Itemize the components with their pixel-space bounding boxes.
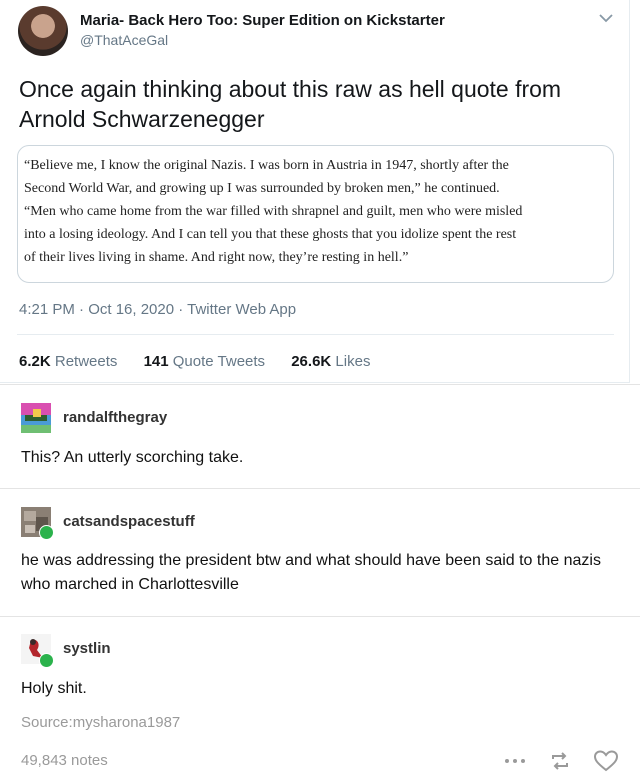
likes-stat[interactable]: 26.6K Likes	[291, 353, 370, 370]
divider	[0, 488, 640, 489]
tweet-handle[interactable]: @ThatAceGal	[80, 32, 168, 48]
divider	[0, 384, 640, 385]
tweet-text: Once again thinking about this raw as he…	[19, 76, 562, 132]
reblog-icon[interactable]	[548, 749, 572, 773]
divider	[0, 616, 640, 617]
heart-icon[interactable]	[593, 749, 619, 773]
quote-line: Second World War, and growing up I was s…	[24, 181, 500, 196]
reply-text: he was addressing the president btw and …	[21, 552, 601, 593]
reply-username[interactable]: systlin	[63, 640, 111, 657]
divider	[17, 334, 614, 335]
source-link[interactable]: Source:mysharona1987	[21, 714, 180, 731]
tweet-display-name[interactable]: Maria- Back Hero Too: Super Edition on K…	[80, 12, 445, 29]
quote-line: of their lives living in shame. And righ…	[24, 250, 409, 265]
reblog-badge-icon	[39, 653, 54, 668]
chevron-down-icon[interactable]	[596, 8, 616, 28]
avatar[interactable]	[21, 403, 51, 433]
retweets-stat[interactable]: 6.2K Retweets	[19, 353, 117, 370]
tweet-timestamp[interactable]: 4:21 PM · Oct 16, 2020 · Twitter Web App	[19, 301, 296, 318]
reply-text: Holy shit.	[21, 680, 87, 697]
quote-line: “Believe me, I know the original Nazis. …	[24, 158, 509, 173]
reply-username[interactable]: catsandspacestuff	[63, 513, 195, 530]
reply-text: This? An utterly scorching take.	[21, 449, 244, 466]
reply-username[interactable]: randalfthegray	[63, 409, 167, 426]
notes-count[interactable]: 49,843 notes	[21, 752, 108, 769]
tweet-avatar[interactable]	[18, 6, 68, 56]
quote-line: into a losing ideology. And I can tell y…	[24, 227, 517, 242]
tweet-card: Maria- Back Hero Too: Super Edition on K…	[0, 0, 630, 383]
more-icon[interactable]	[503, 754, 527, 768]
quote-line: “Men who came home from the war filled w…	[24, 204, 523, 219]
reblog-badge-icon	[39, 525, 54, 540]
quote-tweets-stat[interactable]: 141 Quote Tweets	[144, 353, 265, 370]
tweet-stats: 6.2K Retweets 141 Quote Tweets 26.6K Lik…	[19, 353, 392, 370]
quote-box: “Believe me, I know the original Nazis. …	[17, 145, 614, 283]
